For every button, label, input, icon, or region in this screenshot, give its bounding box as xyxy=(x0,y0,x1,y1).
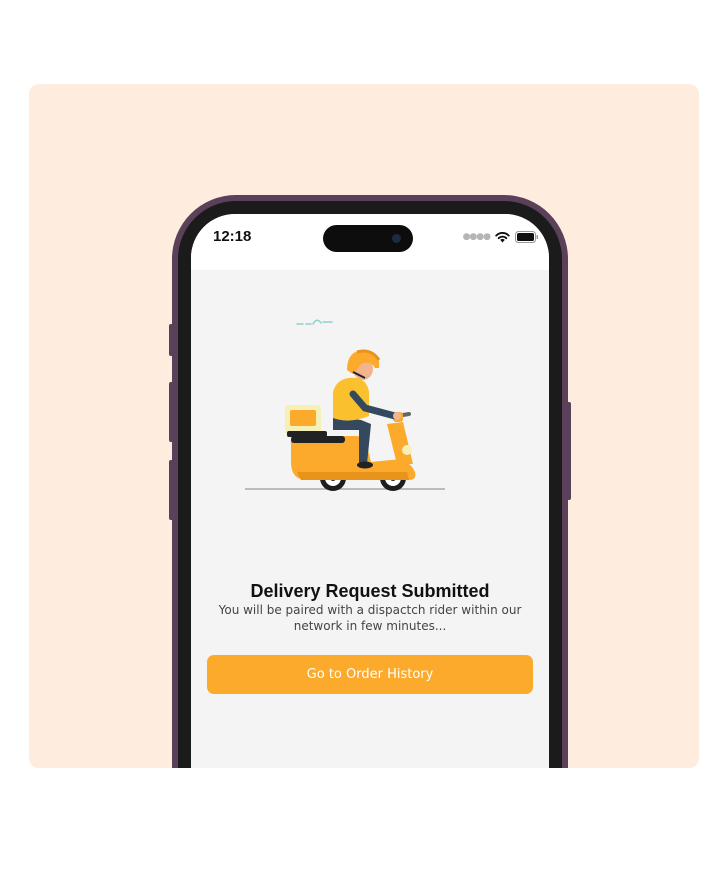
delivery-box-icon xyxy=(285,405,327,437)
go-to-order-history-button[interactable]: Go to Order History xyxy=(207,655,533,694)
wifi-icon xyxy=(495,232,510,243)
battery-icon xyxy=(515,231,539,243)
delivery-rider-illustration xyxy=(245,319,445,491)
dynamic-island xyxy=(323,225,413,252)
status-time: 12:18 xyxy=(213,228,252,245)
confirmation-message: You will be paired with a dispactch ride… xyxy=(218,603,522,633)
camera-icon xyxy=(392,234,401,243)
cellular-signal-icon: ●●●● xyxy=(462,232,491,242)
motion-lines-icon xyxy=(296,319,333,325)
status-bar: 12:18 ●●●● xyxy=(191,214,549,270)
phone-screen: 12:18 ●●●● Delivery Request Submitted Yo… xyxy=(191,214,549,768)
confirmation-title: Delivery Request Submitted xyxy=(250,581,490,601)
status-icons: ●●●● xyxy=(463,230,539,244)
showcase-card: 12:18 ●●●● Delivery Request Submitted Yo… xyxy=(29,84,699,768)
